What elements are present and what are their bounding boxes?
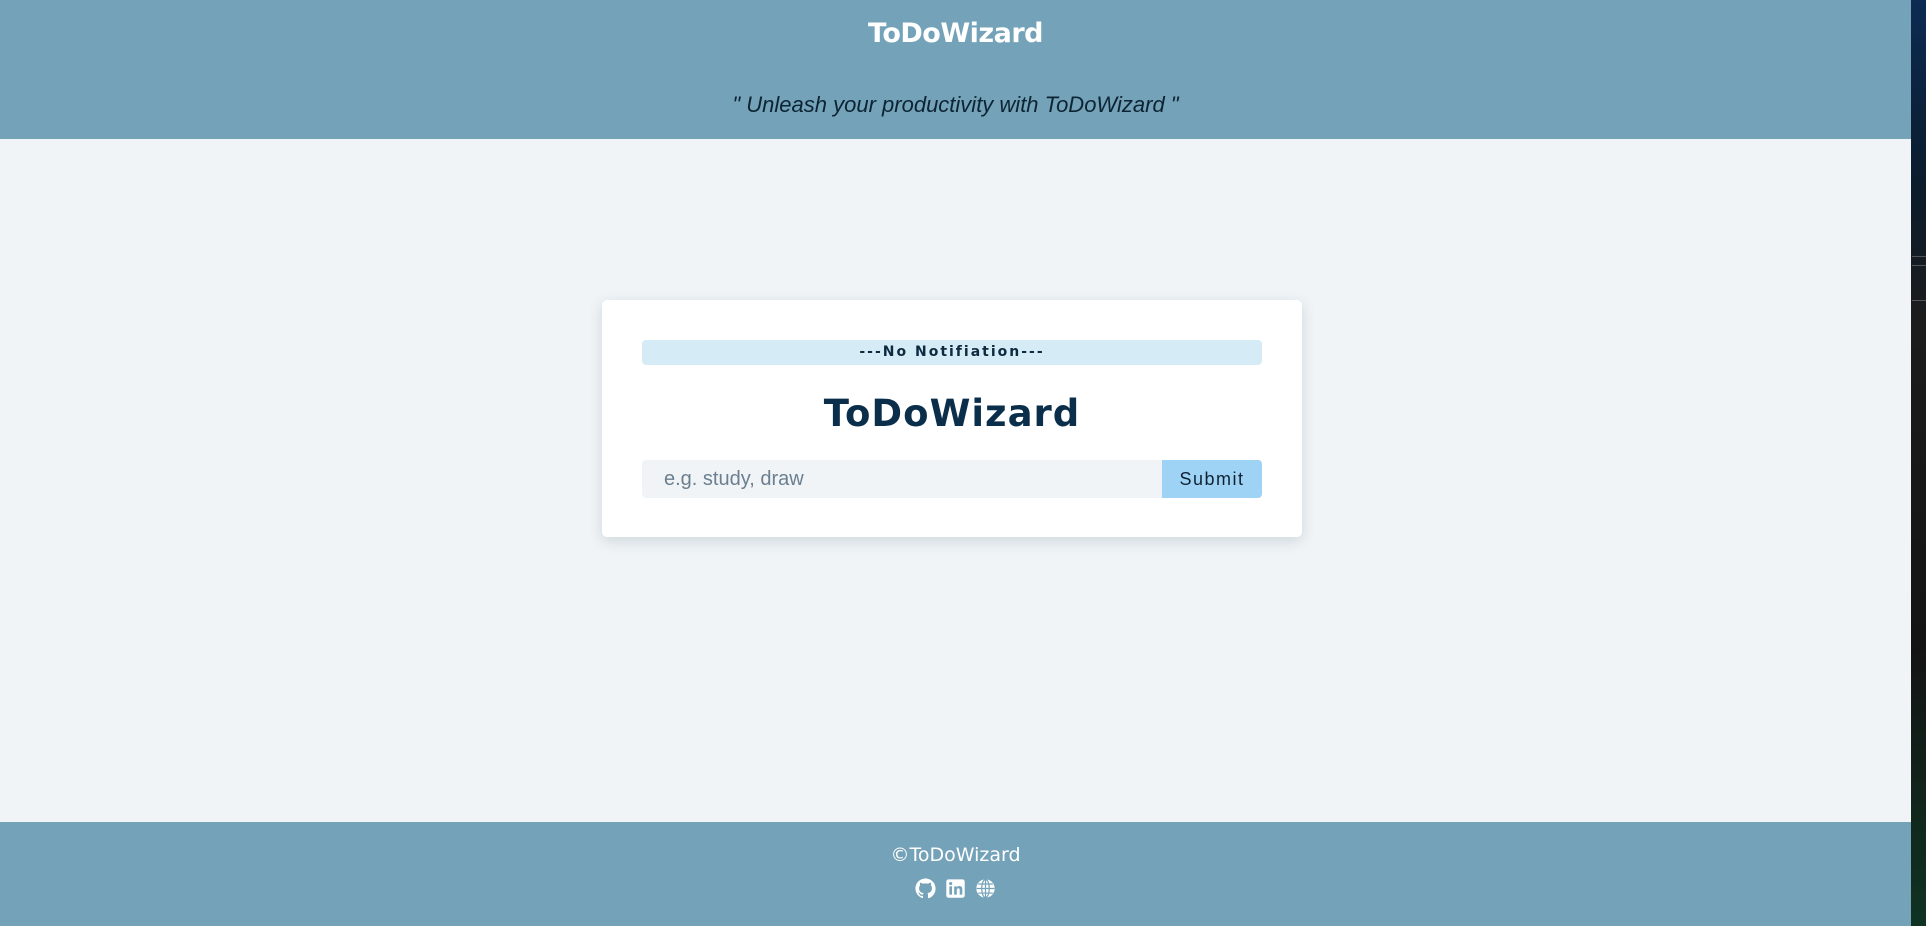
- add-task-form: Submit: [642, 460, 1262, 498]
- github-icon: [915, 878, 936, 899]
- edge-divider: [1912, 300, 1926, 301]
- notification-banner: ---No Notifiation---: [642, 340, 1262, 365]
- globe-icon: [975, 878, 996, 899]
- site-brand: ToDoWizard: [868, 18, 1043, 49]
- adjacent-window-edge: [1911, 0, 1926, 926]
- linkedin-link[interactable]: [945, 878, 966, 899]
- card-title: ToDoWizard: [823, 392, 1081, 435]
- copyright-text: ©ToDoWizard: [890, 844, 1021, 866]
- task-input[interactable]: [642, 460, 1162, 498]
- submit-button[interactable]: Submit: [1162, 460, 1262, 498]
- site-footer: ©ToDoWizard: [0, 822, 1911, 926]
- website-link[interactable]: [975, 878, 996, 899]
- edge-divider: [1912, 256, 1926, 257]
- linkedin-icon: [945, 878, 966, 899]
- page: ToDoWizard " Unleash your productivity w…: [0, 0, 1911, 926]
- app-window: ToDoWizard " Unleash your productivity w…: [0, 0, 1926, 926]
- social-links: [0, 878, 1911, 899]
- github-link[interactable]: [915, 878, 936, 899]
- edge-divider: [1912, 265, 1926, 266]
- todo-card: ---No Notifiation--- ToDoWizard Submit: [602, 300, 1302, 537]
- site-tagline: " Unleash your productivity with ToDoWiz…: [732, 92, 1179, 117]
- site-header: ToDoWizard " Unleash your productivity w…: [0, 0, 1911, 139]
